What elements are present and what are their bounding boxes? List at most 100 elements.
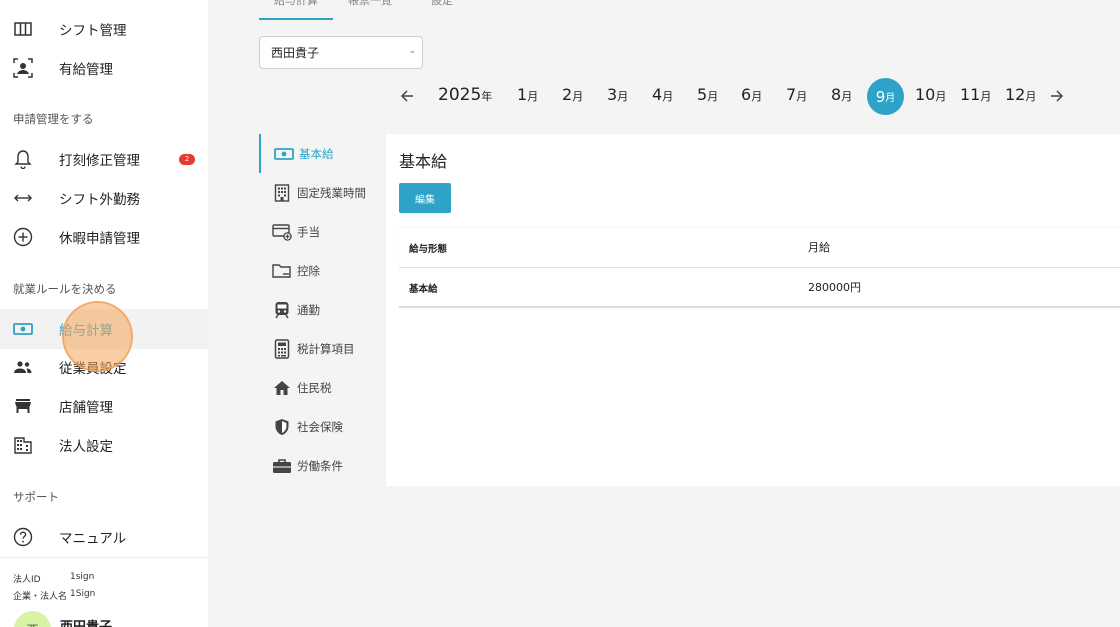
submenu-label: 通勤 (297, 302, 320, 317)
submenu-label: 税計算項目 (297, 341, 355, 356)
prev-year-button[interactable] (396, 85, 418, 107)
month-5[interactable]: 5月 (697, 85, 718, 104)
month-3[interactable]: 3月 (607, 85, 628, 104)
sidebar-item-label: シフト外勤務 (59, 192, 140, 208)
section-title-support: サポート (13, 490, 59, 504)
submenu-fixed-overtime[interactable]: 固定残業時間 (259, 173, 386, 212)
home-icon (272, 378, 292, 398)
sidebar-item-employee-settings[interactable]: 従業員設定 (0, 348, 208, 386)
month-number: 11 (960, 85, 981, 104)
bell-icon (12, 148, 34, 170)
table-value: 月給 (808, 241, 830, 254)
month-11[interactable]: 11月 (960, 85, 991, 104)
month-number: 2 (562, 85, 573, 104)
sidebar-item-manual[interactable]: マニュアル (0, 518, 208, 556)
sidebar-item-label: マニュアル (59, 531, 127, 547)
sidebar-item-shift-management[interactable]: シフト管理 (0, 10, 208, 48)
table-row: 基本給 280000円 (399, 268, 1120, 308)
folder-minus-icon (272, 261, 292, 281)
submenu-commute[interactable]: 通勤 (259, 290, 386, 329)
corp-name-label: 企業・法人名 (13, 592, 68, 602)
sidebar-item-store-management[interactable]: 店舗管理 (0, 387, 208, 425)
edit-button[interactable]: 編集 (399, 183, 451, 213)
avatar[interactable]: 西 (14, 611, 51, 627)
month-unit: 月 (980, 90, 992, 103)
month-9-selected[interactable]: 9月 (867, 78, 904, 115)
submenu-social-insurance[interactable]: 社会保険 (259, 407, 386, 446)
month-unit: 月 (617, 90, 629, 103)
month-number: 8 (831, 85, 842, 104)
salary-table: 給与形態 月給 基本給 280000円 (399, 228, 1120, 308)
month-number: 7 (786, 85, 797, 104)
table-key: 給与形態 (409, 244, 448, 255)
submenu-resident-tax[interactable]: 住民税 (259, 368, 386, 407)
building-icon (272, 183, 292, 203)
month-unit: 月 (751, 90, 763, 103)
month-unit: 月 (935, 90, 947, 103)
month-number: 6 (741, 85, 752, 104)
corp-name-value: 1Sign (70, 589, 96, 599)
calculator-icon (272, 338, 292, 359)
month-2[interactable]: 2月 (562, 85, 583, 104)
building-icon (12, 434, 34, 456)
month-10[interactable]: 10月 (915, 85, 946, 104)
corp-id-row: 法人ID 1sign (13, 572, 94, 585)
sidebar-item-label: 給与計算 (59, 323, 113, 339)
chevron-down-icon: ⌄ (408, 46, 416, 56)
submenu-working-conditions[interactable]: 労働条件 (259, 446, 386, 485)
money-icon (274, 144, 294, 164)
month-number: 10 (915, 85, 936, 104)
section-title-request: 申請管理をする (13, 112, 94, 126)
store-icon (12, 395, 34, 417)
year-value: 2025 (438, 85, 482, 105)
sidebar-item-corporate-settings[interactable]: 法人設定 (0, 426, 208, 464)
panel-title: 基本給 (399, 152, 448, 171)
sidebar-item-clock-correction[interactable]: 打刻修正管理 2 (0, 140, 208, 178)
month-number: 3 (607, 85, 618, 104)
submenu-label: 労働条件 (297, 458, 343, 473)
sidebar-item-leave-requests[interactable]: 休暇申請管理 (0, 218, 208, 256)
user-name: 西田貴子 (60, 616, 112, 627)
sidebar-item-paid-leave[interactable]: 有給管理 (0, 49, 208, 87)
month-7[interactable]: 7月 (786, 85, 807, 104)
submenu-tax-items[interactable]: 税計算項目 (259, 329, 386, 368)
month-6[interactable]: 6月 (741, 85, 762, 104)
table-row: 給与形態 月給 (399, 228, 1120, 268)
sidebar-item-off-shift-work[interactable]: シフト外勤務 (0, 179, 208, 217)
submenu-allowances[interactable]: 手当 (259, 212, 386, 251)
employee-select-value: 西田貴子 (271, 46, 320, 60)
sidebar-item-label: 法人設定 (59, 439, 113, 455)
sidebar-divider (0, 557, 208, 558)
active-tab-indicator (259, 18, 333, 20)
table-key: 基本給 (409, 284, 438, 295)
month-number: 9 (875, 87, 886, 106)
money-icon (12, 318, 34, 340)
calendar-columns-icon (12, 18, 34, 40)
month-8[interactable]: 8月 (831, 85, 852, 104)
sidebar-item-label: 休暇申請管理 (59, 231, 140, 247)
sidebar-item-label: 有給管理 (59, 62, 113, 78)
sidebar-item-label: シフト管理 (59, 23, 127, 39)
month-4[interactable]: 4月 (652, 85, 673, 104)
month-1[interactable]: 1月 (517, 85, 538, 104)
shield-icon (272, 417, 292, 437)
people-icon (12, 356, 34, 378)
submenu-base-salary[interactable]: 基本給 (259, 134, 386, 173)
tab-payroll[interactable]: 給与計算 (274, 0, 318, 8)
employee-select[interactable]: 西田貴子 ⌄ (259, 36, 423, 69)
tab-settings[interactable]: 設定 (431, 0, 453, 8)
month-unit: 月 (707, 90, 719, 103)
person-frame-icon (12, 57, 34, 79)
submenu-label: 社会保険 (297, 419, 343, 434)
month-unit: 月 (841, 90, 853, 103)
submenu-label: 手当 (297, 224, 320, 239)
year-unit: 年 (481, 90, 493, 103)
year-display: 2025年 (438, 85, 492, 105)
notification-badge: 2 (179, 153, 195, 165)
next-year-button[interactable] (1046, 85, 1068, 107)
month-12[interactable]: 12月 (1005, 85, 1036, 104)
sidebar-item-payroll[interactable]: 給与計算 (0, 309, 208, 349)
corp-id-value: 1sign (70, 572, 95, 582)
submenu-deductions[interactable]: 控除 (259, 251, 386, 290)
tab-reports[interactable]: 帳票一覧 (348, 0, 392, 8)
